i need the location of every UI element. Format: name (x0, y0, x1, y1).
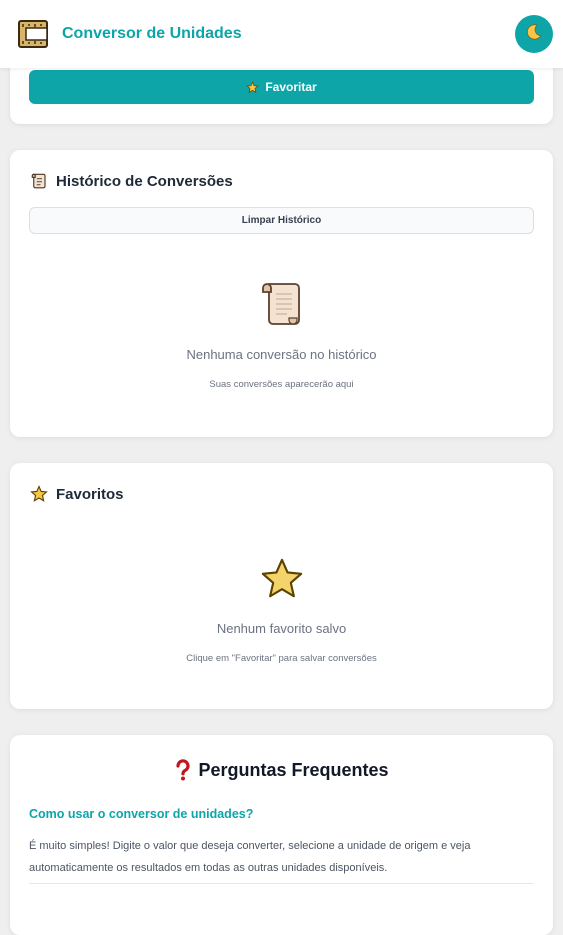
history-title-label: Histórico de Conversões (56, 172, 233, 190)
question-mark-icon (174, 759, 192, 781)
faq-title-label: Perguntas Frequentes (198, 759, 389, 780)
star-icon (246, 80, 260, 94)
faq-answer: É muito simples! Digite o valor que dese… (29, 840, 471, 874)
star-icon (259, 556, 305, 607)
moon-icon (525, 23, 543, 46)
faq-card: Perguntas Frequentes Como usar o convers… (10, 735, 553, 935)
favorite-button-label: Favoritar (265, 80, 317, 94)
favorites-empty-state: Nenhum favorito salvo Clique em "Favorit… (10, 556, 553, 664)
favorites-card: Favoritos Nenhum favorito salvo Clique e… (10, 463, 553, 709)
clear-history-button[interactable]: Limpar Histórico (29, 207, 534, 234)
favorites-title: Favoritos (30, 485, 124, 503)
history-title: Histórico de Conversões (30, 172, 233, 190)
app-title: Conversor de Unidades (62, 25, 242, 42)
ruler-icon (16, 17, 50, 51)
history-empty-state: Nenhuma conversão no histórico Suas conv… (10, 280, 553, 390)
history-card: Histórico de Conversões Limpar Histórico… (10, 150, 553, 437)
faq-title: Perguntas Frequentes (10, 759, 553, 781)
favorites-empty-subtitle: Clique em "Favoritar" para salvar conver… (186, 653, 377, 664)
app-header: Conversor de Unidades (0, 0, 563, 68)
scroll-icon (259, 280, 305, 333)
favorites-empty-title: Nenhum favorito salvo (216, 621, 347, 636)
history-empty-title: Nenhuma conversão no histórico (186, 347, 377, 362)
history-empty-subtitle: Suas conversões aparecerão aqui (209, 379, 354, 390)
favorite-button[interactable]: Favoritar (29, 70, 534, 104)
faq-divider (29, 883, 534, 884)
scroll-icon (30, 172, 48, 190)
theme-toggle-button[interactable] (515, 15, 553, 53)
star-icon (30, 485, 48, 503)
favorites-title-label: Favoritos (56, 485, 124, 503)
faq-question[interactable]: Como usar o conversor de unidades? (29, 807, 253, 821)
